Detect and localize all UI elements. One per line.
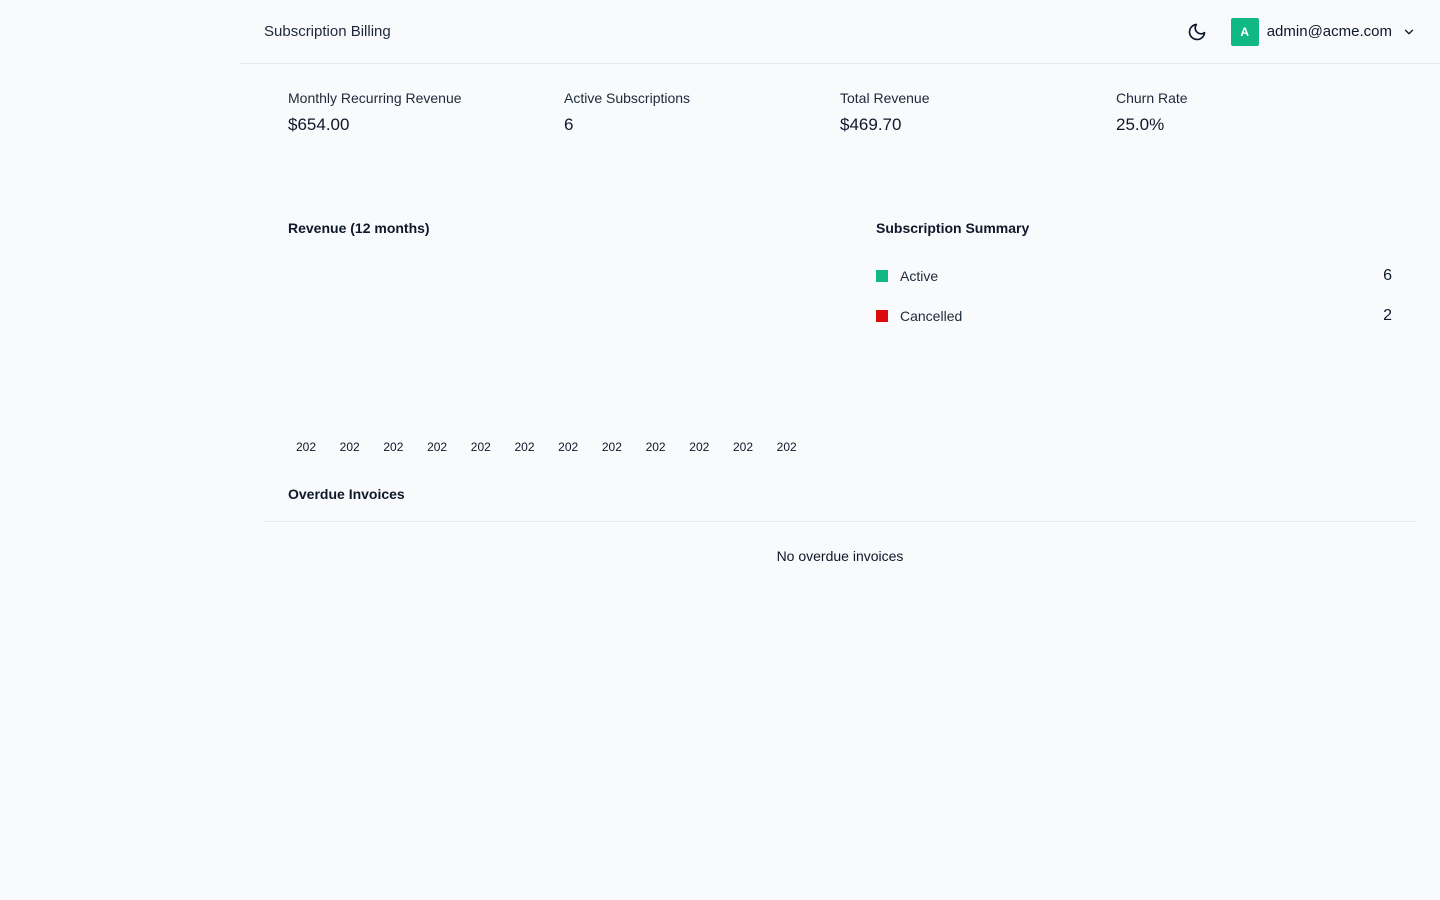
app-title: Subscription Billing	[264, 23, 391, 40]
theme-toggle-button[interactable]	[1181, 16, 1213, 48]
main-content: Subscription Billing A admin@acme.com Mo…	[240, 0, 1440, 900]
user-email: admin@acme.com	[1266, 23, 1392, 40]
x-tick-label: 202	[733, 440, 753, 454]
active-swatch	[876, 270, 888, 282]
x-tick-label: 202	[514, 440, 534, 454]
summary-list: Active 6 Cancelled 2	[876, 256, 1392, 336]
summary-item-cancelled: Cancelled 2	[876, 296, 1392, 336]
stat-value: $654.00	[288, 115, 350, 134]
stat-value: $469.70	[840, 115, 902, 134]
summary-left: Active	[876, 268, 938, 284]
sidebar	[0, 0, 240, 900]
x-tick-label: 202	[558, 440, 578, 454]
x-tick-label: 202	[427, 440, 447, 454]
x-tick-label: 202	[383, 440, 403, 454]
x-tick-label: 202	[646, 440, 666, 454]
x-tick-label: 202	[689, 440, 709, 454]
stat-churn-rate: Churn Rate 25.0%	[1116, 90, 1392, 135]
summary-label: Active	[900, 268, 939, 284]
summary-count: 6	[1383, 267, 1392, 284]
stat-value: 25.0%	[1116, 115, 1165, 134]
summary-label: Cancelled	[900, 308, 963, 324]
x-tick-label: 202	[777, 440, 797, 454]
stat-label: Churn Rate	[1116, 90, 1188, 106]
x-tick-label: 202	[602, 440, 622, 454]
subscription-summary-card: Subscription Summary Active 6 Cancelled	[876, 220, 1392, 466]
stat-label: Active Subscriptions	[564, 90, 691, 106]
overdue-empty-state: No overdue invoices	[776, 548, 904, 564]
overdue-invoices-section: Overdue Invoices No overdue invoices	[264, 470, 1416, 564]
charts-row: Revenue (12 months) 202 202 202 202 202 202 20…	[240, 220, 1440, 466]
revenue-card: Revenue (12 months) 202 202 202 202 202 202 20…	[288, 220, 876, 466]
summary-left: Cancelled	[876, 308, 962, 324]
x-tick-label: 202	[471, 440, 491, 454]
stats-row: Monthly Recurring Revenue $654.00 Active…	[240, 64, 1440, 135]
avatar: A	[1230, 17, 1259, 46]
stat-label: Monthly Recurring Revenue	[288, 90, 462, 106]
top-bar: Subscription Billing A admin@acme.com	[240, 0, 1440, 64]
topbar-actions: A admin@acme.com	[1181, 16, 1416, 48]
stat-mrr: Monthly Recurring Revenue $654.00	[288, 90, 564, 135]
overdue-header: Overdue Invoices	[264, 470, 1416, 522]
revenue-title: Revenue (12 months)	[288, 220, 430, 236]
summary-count: 2	[1383, 307, 1392, 324]
x-tick-label: 202	[296, 440, 316, 454]
chevron-down-icon	[1402, 25, 1416, 39]
moon-icon	[1188, 23, 1206, 40]
app-layout: Subscription Billing A admin@acme.com Mo…	[0, 0, 1440, 900]
stat-label: Total Revenue	[840, 90, 930, 106]
cancelled-swatch	[876, 310, 888, 322]
user-menu[interactable]: A admin@acme.com	[1230, 17, 1416, 46]
stat-value: 6	[564, 115, 574, 134]
overdue-title: Overdue Invoices	[288, 486, 405, 502]
x-tick-label: 202	[340, 440, 360, 454]
revenue-chart: 202 202 202 202 202 202 202 202 202 202 202 202	[296, 440, 797, 454]
summary-title: Subscription Summary	[876, 220, 1030, 236]
stat-total-revenue: Total Revenue $469.70	[840, 90, 1116, 135]
summary-item-active: Active 6	[876, 256, 1392, 296]
stat-active-subscriptions: Active Subscriptions 6	[564, 90, 840, 135]
